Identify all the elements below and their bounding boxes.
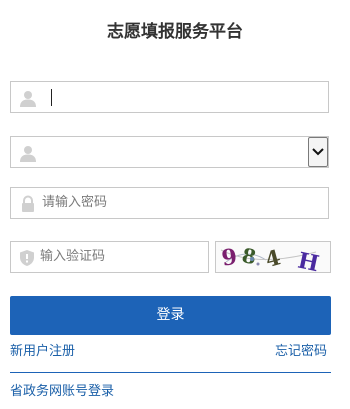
login-page: 志愿填报服务平台 请输入密码 输入验证码 9 8 4 H 登录 新用户注册 忘记… bbox=[0, 0, 350, 409]
chevron-down-icon[interactable] bbox=[308, 137, 328, 167]
lock-icon bbox=[19, 195, 37, 213]
password-field[interactable]: 请输入密码 bbox=[10, 187, 329, 219]
gov-account-login-link[interactable]: 省政务网账号登录 bbox=[10, 383, 114, 401]
password-placeholder: 请输入密码 bbox=[42, 195, 108, 210]
username-field[interactable] bbox=[10, 81, 329, 113]
user-icon bbox=[19, 89, 37, 107]
svg-text:9: 9 bbox=[220, 244, 239, 272]
page-title: 志愿填报服务平台 bbox=[107, 22, 243, 42]
divider bbox=[10, 372, 331, 373]
captcha-field[interactable]: 输入验证码 bbox=[10, 241, 209, 273]
user-icon bbox=[19, 144, 37, 162]
text-caret bbox=[51, 89, 52, 106]
captcha-image[interactable]: 9 8 4 H bbox=[215, 241, 331, 273]
register-link[interactable]: 新用户注册 bbox=[10, 343, 75, 361]
shield-icon bbox=[19, 249, 35, 271]
forgot-password-link[interactable]: 忘记密码 bbox=[275, 343, 327, 361]
svg-text:8: 8 bbox=[240, 243, 258, 269]
login-button[interactable]: 登录 bbox=[10, 296, 331, 335]
account-type-select[interactable] bbox=[10, 136, 329, 168]
captcha-placeholder: 输入验证码 bbox=[40, 249, 106, 264]
svg-text:4: 4 bbox=[263, 244, 284, 272]
svg-text:H: H bbox=[295, 248, 321, 272]
